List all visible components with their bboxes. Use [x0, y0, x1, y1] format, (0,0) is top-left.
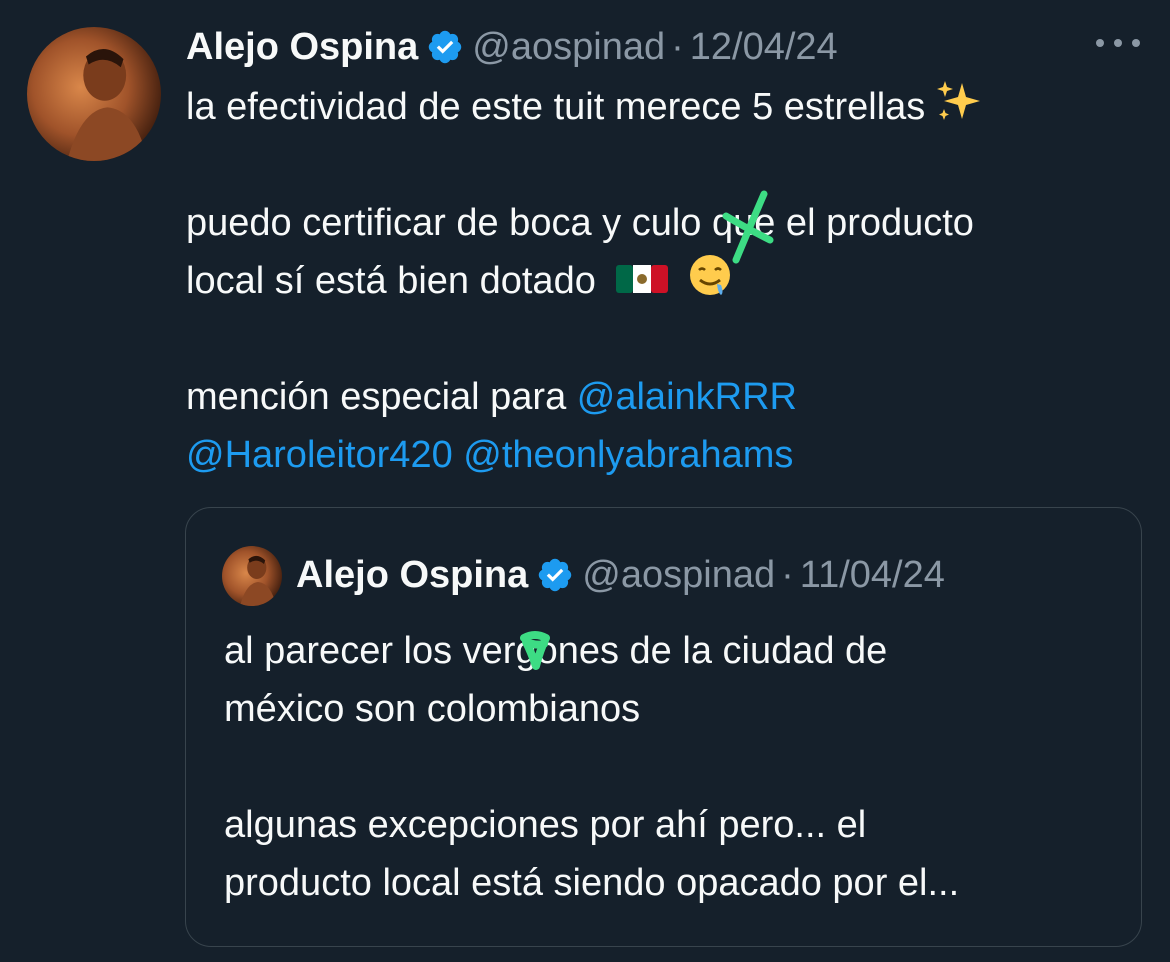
quoted-author-avatar[interactable] [222, 546, 282, 606]
author-handle[interactable]: @aospinad [472, 26, 665, 69]
quoted-tweet-header: Alejo Ospina @aospinad · 11/04/24 [296, 552, 945, 598]
mention-theonlyabrahams[interactable]: @theonlyabrahams [463, 434, 793, 476]
tweet-line-2: puedo certificar de boca y culo que el p… [186, 202, 974, 244]
drooling-face-emoji [687, 253, 733, 316]
tweet-line-3: local sí está bien dotado [186, 260, 596, 302]
author-avatar[interactable] [27, 27, 161, 161]
quoted-tweet-text: al parecer los vergones de la ciudad de … [224, 622, 1124, 912]
quoted-line-2: méxico son colombianos [224, 688, 641, 730]
tweet-line-4-text: mención especial para [186, 376, 577, 418]
quoted-author-handle[interactable]: @aospinad [582, 554, 775, 597]
author-name[interactable]: Alejo Ospina [186, 26, 418, 69]
tweet-date[interactable]: 12/04/24 [690, 26, 838, 69]
tweet-text: la efectividad de este tuit merece 5 est… [186, 78, 1146, 484]
mention-haroleitor420[interactable]: @Haroleitor420 [186, 434, 453, 476]
verified-badge-icon [426, 28, 464, 66]
quoted-author-name[interactable]: Alejo Ospina [296, 554, 528, 597]
separator-dot: · [781, 553, 794, 596]
mention-alainkrrr[interactable]: @alainkRRR [577, 376, 797, 418]
mexico-flag-emoji [616, 258, 669, 316]
quoted-tweet-date[interactable]: 11/04/24 [800, 554, 945, 597]
more-options-icon[interactable] [1096, 33, 1140, 53]
quoted-line-1: al parecer los vergones de la ciudad de [224, 630, 888, 672]
tweet-line-1: la efectividad de este tuit merece 5 est… [186, 86, 926, 128]
tweet-header: Alejo Ospina @aospinad · 12/04/24 [186, 24, 838, 70]
quoted-line-3: algunas excepciones por ahí pero... el [224, 804, 867, 846]
quoted-line-4: producto local está siendo opacado por e… [224, 862, 960, 904]
separator-dot: · [671, 25, 684, 68]
verified-badge-icon [536, 556, 574, 594]
sparkles-emoji [936, 79, 982, 142]
